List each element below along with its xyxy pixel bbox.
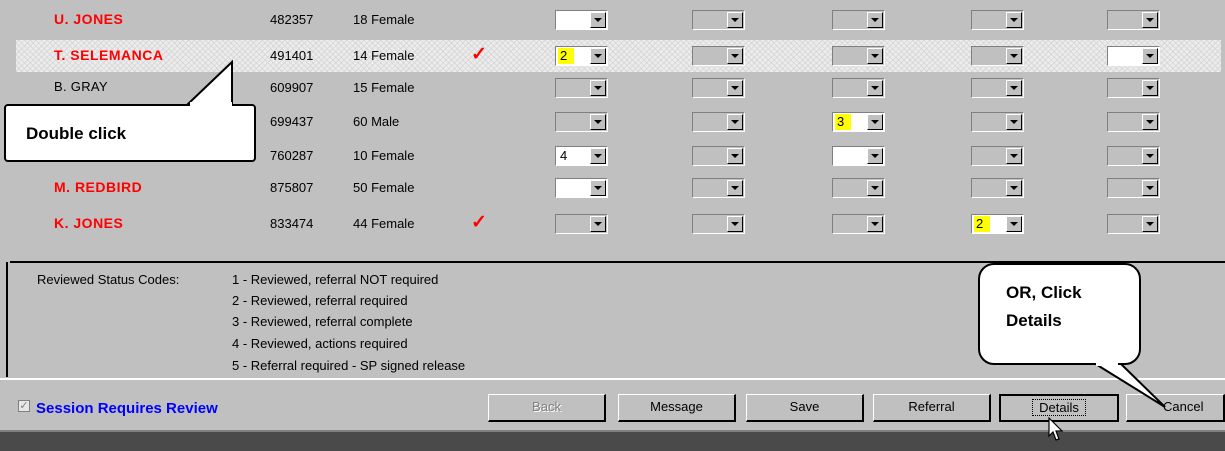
mouse-cursor-icon — [1048, 417, 1064, 441]
details-callout: OR, Click Details — [978, 263, 1141, 365]
callout-pointers — [185, 59, 1166, 408]
callout-join-mask-2 — [1096, 361, 1118, 366]
double-click-text: Double click — [26, 124, 127, 143]
click-text: , Click — [1031, 283, 1082, 302]
or-text: OR — [1006, 283, 1032, 302]
double-click-callout: Double click — [4, 104, 256, 162]
callout-join-mask — [190, 102, 232, 108]
details-text: Details — [1006, 311, 1062, 330]
